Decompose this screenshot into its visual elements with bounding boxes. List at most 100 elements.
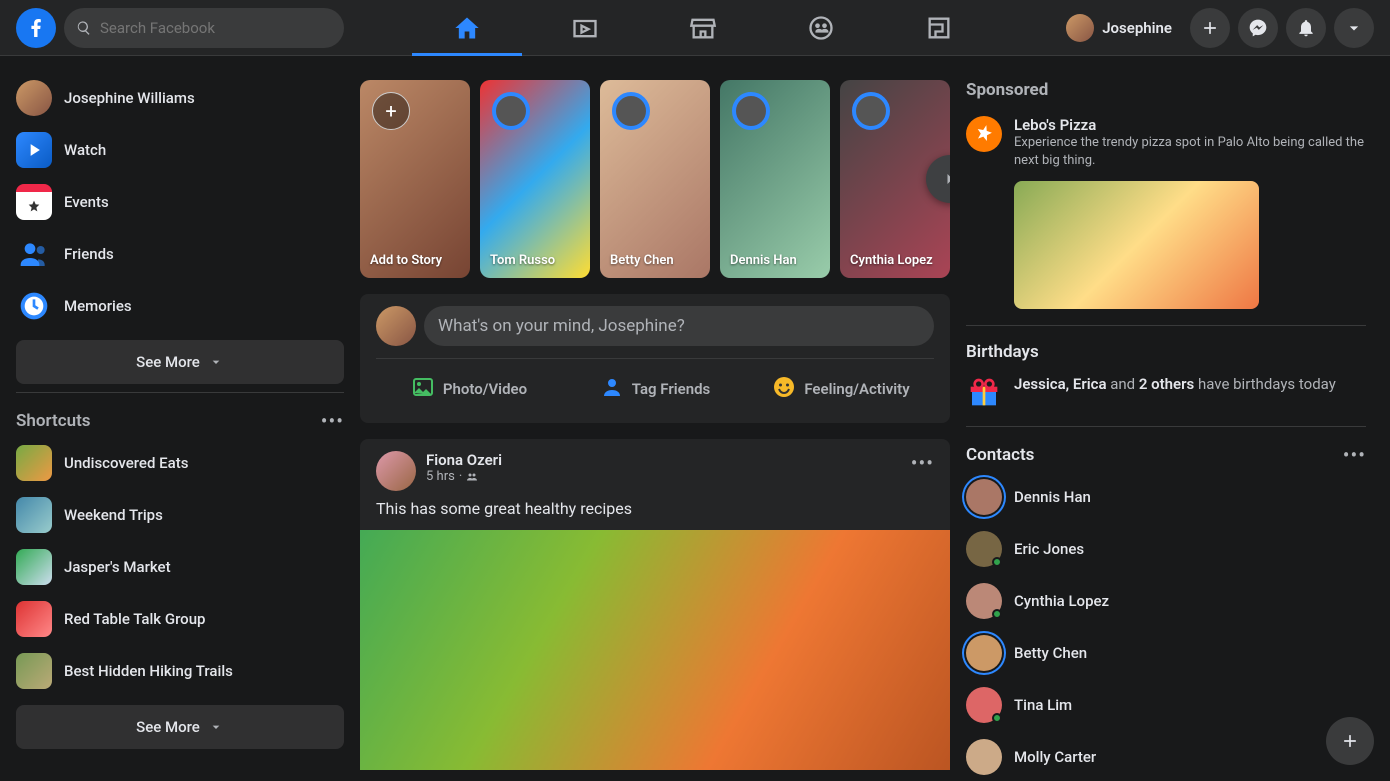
friends-icon [16,236,52,272]
story-card[interactable]: Betty Chen [600,80,710,278]
sponsor-image[interactable] [1014,181,1259,309]
shortcut-item[interactable]: Red Table Talk Group [8,593,352,645]
gift-icon [966,374,1002,410]
contact-item[interactable]: Betty Chen [958,627,1374,679]
sponsor-name: Lebo's Pizza [1014,116,1366,134]
messenger-button[interactable] [1238,8,1278,48]
plus-icon [1200,18,1220,38]
contacts-menu[interactable]: ••• [1343,443,1366,467]
see-more-button[interactable]: See More [16,340,344,384]
memories-icon [16,288,52,324]
chevron-down-icon [208,354,224,370]
notifications-button[interactable] [1286,8,1326,48]
contact-item[interactable]: Eric Jones [958,523,1374,575]
story-avatar [492,92,530,130]
avatar [966,479,1002,515]
tab-marketplace[interactable] [648,0,758,56]
story-card[interactable]: Tom Russo [480,80,590,278]
avatar [966,739,1002,775]
tab-home[interactable] [412,0,522,56]
post-menu[interactable]: ••• [911,451,934,475]
sidebar-item-memories[interactable]: Memories [8,280,352,332]
bell-icon [1296,18,1316,38]
user-name: Josephine [1102,19,1172,37]
tab-gaming[interactable] [884,0,994,56]
composer-input[interactable]: What's on your mind, Josephine? [424,306,934,346]
composer-action[interactable]: Photo/Video [376,367,562,411]
contact-item[interactable]: Tina Lim [958,679,1374,731]
contact-item[interactable]: Molly Carter [958,731,1374,781]
online-indicator [992,713,1002,723]
tab-groups[interactable] [766,0,876,56]
avatar [1066,14,1094,42]
contact-item[interactable]: Cynthia Lopez [958,575,1374,627]
story-card[interactable]: + Add to Story [360,80,470,278]
search-input[interactable] [100,19,332,37]
birthday-item[interactable]: Jessica, Erica and 2 others have birthda… [958,366,1374,418]
sponsored-item[interactable]: Lebo's Pizza Experience the trendy pizza… [966,112,1366,173]
header-right: Josephine [1062,8,1374,48]
avatar [966,687,1002,723]
gaming-icon [925,14,953,42]
post-composer: What's on your mind, Josephine? Photo/Vi… [360,294,950,423]
search-icon [76,20,92,36]
online-indicator [992,557,1002,567]
story-card[interactable]: Dennis Han [720,80,830,278]
right-sidebar: Sponsored Lebo's Pizza Experience the tr… [950,56,1390,781]
composer-action[interactable]: Feeling/Activity [748,367,934,411]
shortcut-icon [16,601,52,637]
header: Josephine [0,0,1390,56]
shortcut-item[interactable]: Undiscovered Eats [8,437,352,489]
story-avatar [852,92,890,130]
action-icon [772,375,796,403]
marketplace-icon [689,14,717,42]
sidebar-profile[interactable]: Josephine Williams [8,72,352,124]
action-icon [600,375,624,403]
shortcut-icon [16,549,52,585]
add-story-icon: + [372,92,410,130]
user-chip[interactable]: Josephine [1062,10,1182,46]
avatar [16,80,52,116]
see-more-shortcuts[interactable]: See More [16,705,344,749]
sidebar-item-events[interactable]: Events [8,176,352,228]
tab-watch[interactable] [530,0,640,56]
contacts-header: Contacts ••• [958,435,1374,471]
shortcut-icon [16,653,52,689]
sponsor-icon [966,116,1002,152]
avatar[interactable] [376,451,416,491]
search-box[interactable] [64,8,344,48]
shortcut-icon [16,445,52,481]
groups-icon [807,14,835,42]
shortcut-item[interactable]: Best Hidden Hiking Trails [8,645,352,697]
shortcuts-header: Shortcuts ••• [8,401,352,437]
avatar [966,583,1002,619]
new-message-fab[interactable] [1326,717,1374,765]
create-button[interactable] [1190,8,1230,48]
chevron-down-icon [208,719,224,735]
story-label: Add to Story [370,253,460,268]
caret-down-icon [1344,18,1364,38]
contacts-title: Contacts [966,445,1034,465]
nav-tabs [344,0,1062,56]
birthday-text: Jessica, Erica and 2 others have birthda… [1014,374,1336,394]
sidebar-item-watch[interactable]: Watch [8,124,352,176]
sidebar-item-friends[interactable]: Friends [8,228,352,280]
shortcut-item[interactable]: Jasper's Market [8,541,352,593]
facebook-logo[interactable] [16,8,56,48]
story-avatar [732,92,770,130]
birthdays-header: Birthdays [958,334,1374,366]
avatar[interactable] [376,306,416,346]
events-icon [16,184,52,220]
left-sidebar: Josephine Williams Watch Events Friends … [0,56,360,781]
divider [16,392,344,393]
story-avatar [612,92,650,130]
account-button[interactable] [1334,8,1374,48]
post-author[interactable]: Fiona Ozeri [426,451,901,469]
friends-privacy-icon [466,471,478,483]
sponsored-section: Sponsored Lebo's Pizza Experience the tr… [958,72,1374,317]
composer-action[interactable]: Tag Friends [562,367,748,411]
shortcut-item[interactable]: Weekend Trips [8,489,352,541]
contact-item[interactable]: Dennis Han [958,471,1374,523]
shortcuts-menu[interactable]: ••• [321,409,344,433]
post-image[interactable] [360,530,950,770]
